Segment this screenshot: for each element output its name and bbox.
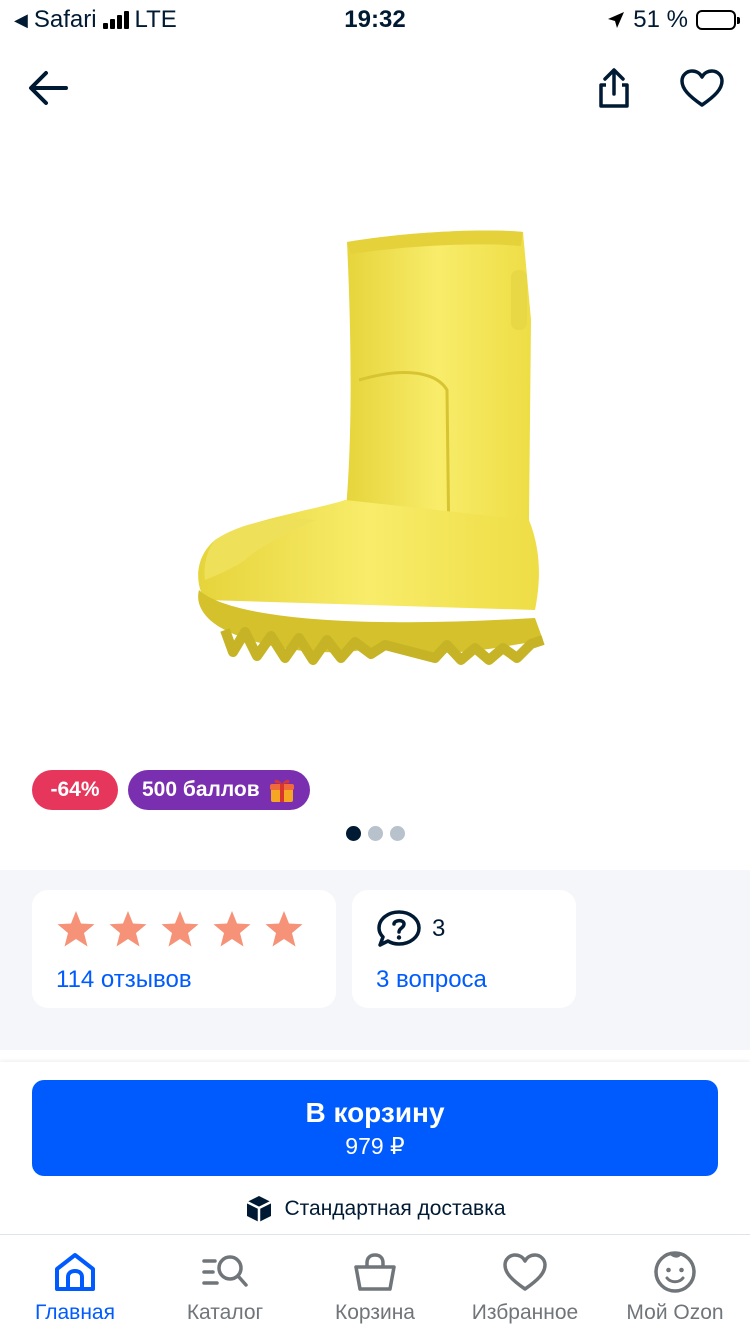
questions-link[interactable]: 3 вопроса [376,966,552,994]
star-icon [213,911,251,947]
share-button[interactable] [582,56,646,120]
share-icon [599,68,629,108]
tab-label: Мой Ozon [626,1301,724,1324]
tab-label: Главная [35,1301,115,1324]
tab-home[interactable]: Главная [0,1235,150,1335]
product-price: 979 ₽ [345,1132,405,1159]
heart-icon [503,1253,547,1291]
reviews-card[interactable]: 114 отзывов [32,890,336,1008]
questions-card[interactable]: 3 3 вопроса [352,890,576,1008]
tab-my-ozon[interactable]: Мой Ozon [600,1235,750,1335]
star-icon [57,911,95,947]
star-icon [161,911,199,947]
star-icon [265,911,303,947]
reviews-link[interactable]: 114 отзывов [56,966,312,994]
gallery-dot[interactable] [367,826,383,841]
points-badge[interactable]: 500 баллов [128,770,310,810]
tab-label: Корзина [335,1301,415,1324]
info-section: 114 отзывов 3 3 вопроса [0,870,750,1050]
delivery-label: Стандартная доставка [284,1197,506,1220]
gift-icon [269,779,294,802]
product-image[interactable] [0,140,750,760]
questions-count: 3 [432,915,446,942]
status-battery-text: 51 % [633,6,688,33]
tab-label: Избранное [471,1301,579,1324]
tab-catalog[interactable]: Каталог [150,1235,300,1335]
basket-icon [354,1253,396,1291]
location-arrow-icon [608,12,625,28]
home-icon [55,1253,95,1291]
catalog-search-icon [202,1255,248,1287]
battery-icon [696,10,740,30]
back-button[interactable] [16,56,80,120]
arrow-left-icon [29,71,68,105]
heart-icon [680,69,724,107]
bottom-tab-bar: Главная Каталог Корзина Избранное Мой Oz… [0,1234,750,1335]
delivery-info[interactable]: Стандартная доставка [0,1194,750,1224]
product-badges: -64% 500 баллов [32,770,310,810]
discount-badge: -64% [32,770,118,810]
status-bar: ◀ Safari LTE 19:32 51 % [0,0,750,44]
gallery-dot[interactable] [345,826,361,841]
box-icon [246,1196,273,1222]
favorite-button[interactable] [670,56,734,120]
star-icon [109,911,147,947]
question-bubble-icon [377,910,421,947]
tab-cart[interactable]: Корзина [300,1235,450,1335]
top-bar [0,56,750,120]
gallery-pagination [0,826,750,841]
points-label: 500 баллов [142,778,260,801]
tab-favorites[interactable]: Избранное [450,1235,600,1335]
profile-face-icon [654,1251,696,1293]
gallery-dot[interactable] [389,826,405,841]
tab-label: Каталог [186,1301,264,1324]
add-to-cart-button[interactable]: В корзину 979 ₽ [32,1080,718,1176]
purchase-panel: В корзину 979 ₽ Стандартная доставка [0,1062,750,1234]
rating-stars [56,908,312,950]
yellow-boot-image [198,230,545,665]
add-to-cart-label: В корзину [305,1096,445,1128]
